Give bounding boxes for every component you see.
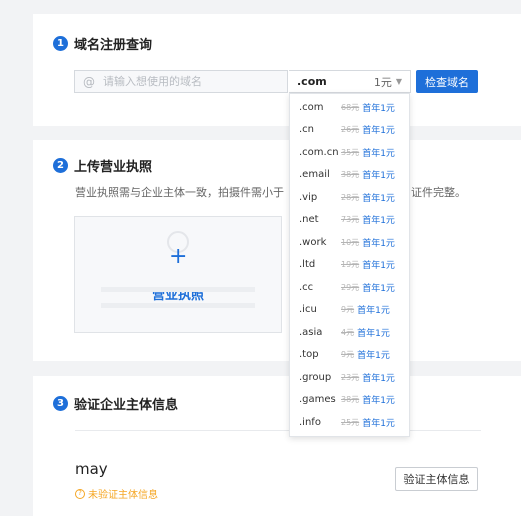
suffix-option[interactable]: .icu 9元 首年1元 <box>290 299 409 322</box>
suffix-option-name: .icu <box>299 304 317 316</box>
suffix-option-old-price: 19元 <box>341 260 360 270</box>
ghost-line-decoration <box>101 303 255 308</box>
suffix-option[interactable]: .vip 28元 首年1元 <box>290 186 409 209</box>
suffix-option-new-price: 首年1元 <box>362 238 395 249</box>
verify-entity-button[interactable]: 验证主体信息 <box>395 467 478 491</box>
selected-suffix-price: 1元 <box>373 75 392 89</box>
chevron-down-icon: ▼ <box>395 77 402 86</box>
suffix-option-name: .games <box>299 394 336 406</box>
license-upload-card: 2 上传营业执照 营业执照需与企业主体一致，拍摄件需小于 证件完整。 + 营业执… <box>33 140 521 361</box>
suffix-option-old-price: 9元 <box>341 350 355 360</box>
suffix-option-name: .net <box>299 214 319 226</box>
suffix-option-new-price: 首年1元 <box>357 328 390 339</box>
license-description: 营业执照需与企业主体一致，拍摄件需小于 <box>75 186 284 199</box>
domain-query-card: 1 域名注册查询 @ .com 1元 ▼ 检查域名 <box>33 14 521 126</box>
question-circle-icon: ? <box>75 488 85 499</box>
suffix-option-old-price: 26元 <box>341 125 360 135</box>
suffix-select[interactable]: .com 1元 ▼ <box>289 70 411 93</box>
domain-query-title: 1 域名注册查询 <box>53 34 152 53</box>
suffix-option-new-price: 首年1元 <box>362 418 395 429</box>
user-name: may <box>75 460 108 478</box>
suffix-option-old-price: 25元 <box>341 417 360 427</box>
suffix-option[interactable]: .com.cn 35元 首年1元 <box>290 141 409 164</box>
domain-search-input[interactable] <box>103 75 273 88</box>
suffix-option-old-price: 9元 <box>341 305 355 315</box>
suffix-option-name: .email <box>299 169 330 181</box>
domain-query-heading: 域名注册查询 <box>74 38 153 53</box>
suffix-option[interactable]: .work 10元 首年1元 <box>290 231 409 254</box>
suffix-option[interactable]: .cc 29元 首年1元 <box>290 276 409 299</box>
suffix-option[interactable]: .ltd 19元 首年1元 <box>290 254 409 277</box>
suffix-option-new-price: 首年1元 <box>362 193 395 204</box>
license-upload-heading: 上传营业执照 <box>74 160 153 175</box>
suffix-option[interactable]: .email 38元 首年1元 <box>290 164 409 187</box>
suffix-option-old-price: 28元 <box>341 192 360 202</box>
suffix-dropdown: .com 68元 首年1元 .cn 26元 首年1元 .com.cn 35元 首年1元 .emai… <box>289 93 410 437</box>
suffix-option-old-price: 38元 <box>341 170 360 180</box>
step-number-1: 1 <box>53 36 68 51</box>
suffix-option-new-price: 首年1元 <box>362 373 395 384</box>
check-domain-button[interactable]: 检查域名 <box>416 70 478 93</box>
ghost-line-decoration <box>101 287 255 292</box>
suffix-option-name: .group <box>299 371 332 383</box>
at-icon: @ <box>83 74 95 89</box>
verify-status: ? 未验证主体信息 <box>75 486 158 501</box>
verify-status-text: 未验证主体信息 <box>88 490 158 501</box>
suffix-option-new-price: 首年1元 <box>362 396 395 407</box>
suffix-option-name: .com <box>299 101 324 113</box>
step-number-2: 2 <box>53 158 68 173</box>
suffix-option-old-price: 73元 <box>341 215 360 225</box>
license-upload-title: 2 上传营业执照 <box>53 156 152 175</box>
suffix-option-name: .com.cn <box>299 146 339 158</box>
suffix-option-name: .top <box>299 349 319 361</box>
suffix-option-new-price: 首年1元 <box>362 216 395 227</box>
suffix-option-new-price: 首年1元 <box>362 261 395 272</box>
selected-suffix: .com <box>297 75 327 88</box>
suffix-option-old-price: 68元 <box>341 102 360 112</box>
suffix-option-name: .cn <box>299 124 315 136</box>
suffix-option-name: .vip <box>299 191 318 203</box>
suffix-option-name: .cc <box>299 281 314 293</box>
suffix-option-name: .info <box>299 416 321 428</box>
suffix-option[interactable]: .asia 4元 首年1元 <box>290 321 409 344</box>
suffix-option-old-price: 23元 <box>341 372 360 382</box>
suffix-option-name: .work <box>299 236 327 248</box>
suffix-option[interactable]: .info 25元 首年1元 <box>290 411 409 434</box>
suffix-option-new-price: 首年1元 <box>362 171 395 182</box>
suffix-option-new-price: 首年1元 <box>357 306 390 317</box>
suffix-option-name: .ltd <box>299 259 316 271</box>
suffix-option[interactable]: .cn 26元 首年1元 <box>290 119 409 142</box>
suffix-option-new-price: 首年1元 <box>362 148 395 159</box>
license-description-tail: 证件完整。 <box>411 186 466 199</box>
entity-verify-card: 3 验证企业主体信息 may ? 未验证主体信息 验证主体信息 <box>33 376 521 516</box>
suffix-option-old-price: 29元 <box>341 282 360 292</box>
license-upload-area[interactable]: + 营业执照 <box>74 216 282 333</box>
domain-search-box[interactable]: @ <box>74 70 288 93</box>
suffix-option-old-price: 35元 <box>341 147 360 157</box>
suffix-option-new-price: 首年1元 <box>362 283 395 294</box>
suffix-option[interactable]: .net 73元 首年1元 <box>290 209 409 232</box>
entity-verify-title: 3 验证企业主体信息 <box>53 394 178 413</box>
suffix-option-old-price: 38元 <box>341 395 360 405</box>
suffix-option[interactable]: .games 38元 首年1元 <box>290 389 409 412</box>
entity-verify-heading: 验证企业主体信息 <box>74 398 179 413</box>
suffix-option-name: .asia <box>299 326 323 338</box>
suffix-option-new-price: 首年1元 <box>362 103 395 114</box>
suffix-option[interactable]: .group 23元 首年1元 <box>290 366 409 389</box>
suffix-option-old-price: 4元 <box>341 327 355 337</box>
suffix-option-new-price: 首年1元 <box>357 351 390 362</box>
section-divider <box>75 430 481 431</box>
step-number-3: 3 <box>53 396 68 411</box>
suffix-option-old-price: 10元 <box>341 237 360 247</box>
suffix-option-new-price: 首年1元 <box>362 126 395 137</box>
suffix-option[interactable]: .com 68元 首年1元 <box>290 96 409 119</box>
plus-icon: + <box>169 244 188 269</box>
suffix-option[interactable]: .top 9元 首年1元 <box>290 344 409 367</box>
